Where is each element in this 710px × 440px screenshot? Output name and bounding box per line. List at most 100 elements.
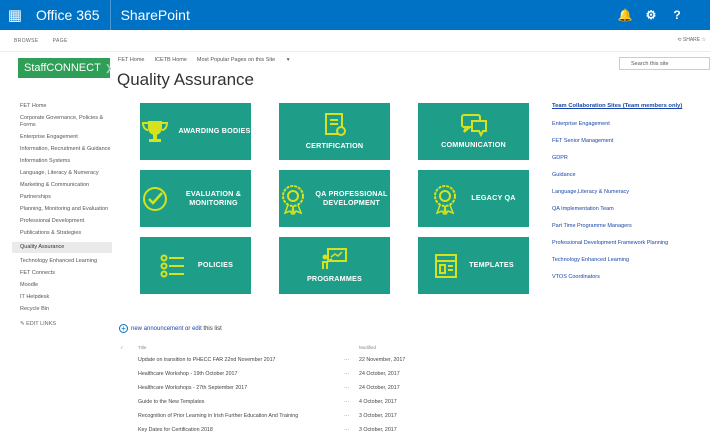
team-site-link[interactable]: VTOS Coordinators (552, 274, 682, 280)
more-options-icon[interactable]: ··· (344, 385, 349, 391)
table-row[interactable]: Update on transition to PHECC FAR 22nd N… (118, 357, 438, 369)
tab-browse[interactable]: BROWSE (14, 38, 39, 44)
row-title[interactable]: Guide to the New Templates (138, 399, 204, 405)
gear-icon[interactable]: ⚙ (640, 0, 662, 30)
nav-item[interactable]: Partnerships (20, 194, 112, 201)
team-site-link[interactable]: FET Senior Management (552, 138, 682, 144)
tile-programmes[interactable]: PROGRAMMES (279, 237, 390, 294)
table-row[interactable]: Key Dates for Certification 2018 ··· 3 Oct… (118, 427, 438, 439)
nav-item[interactable]: Professional Development (20, 218, 112, 225)
select-all-check-icon[interactable]: ✓ (120, 345, 124, 351)
row-modified: 24 October, 2017 (359, 371, 400, 377)
nav-item[interactable]: Language, Literacy & Numeracy (20, 170, 112, 177)
nav-item[interactable]: Technology Enhanced Learning (20, 258, 112, 265)
logo-text: StaffCONNECT (24, 62, 101, 74)
breadcrumb-popular[interactable]: Most Popular Pages on this Site ▾ (197, 57, 300, 63)
row-modified: 3 October, 2017 (359, 413, 397, 419)
nav-item-selected[interactable]: Quality Assurance (12, 242, 112, 253)
tile-label: PROGRAMMES (306, 274, 363, 284)
row-title[interactable]: Key Dates for Certification 2018 (138, 427, 213, 433)
presentation-icon (321, 248, 347, 270)
team-site-link[interactable]: Guidance (552, 172, 682, 178)
team-site-link[interactable]: Enterprise Engagement (552, 121, 682, 127)
row-title[interactable]: Healthcare Workshops - 27th September 20… (138, 385, 247, 391)
nav-item[interactable]: IT Helpdesk (20, 294, 112, 301)
team-sites-heading[interactable]: Team Collaboration Sites (Team members o… (552, 103, 682, 109)
nav-item[interactable]: FET Home (20, 103, 112, 110)
team-site-link[interactable]: Professional Development Framework Plann… (552, 240, 682, 246)
help-icon[interactable]: ? (666, 0, 688, 30)
breadcrumb-popular-label: Most Popular Pages on this Site (196, 57, 276, 63)
table-row[interactable]: Guide to the New Templates ··· 4 October, … (118, 399, 438, 411)
badge-icon (282, 184, 304, 215)
share-button[interactable]: ⟲ SHARE ☆ (677, 37, 706, 43)
nav-item[interactable]: Information, Recruitment & Guidance (20, 146, 112, 153)
more-options-icon[interactable]: ··· (344, 399, 349, 405)
more-options-icon[interactable]: ··· (344, 371, 349, 377)
search-input[interactable]: Search this site (619, 57, 710, 70)
more-options-icon[interactable]: ··· (344, 357, 349, 363)
or-text: or (185, 325, 191, 332)
row-title[interactable]: Recognition of Prior Learning in Irish F… (138, 413, 298, 419)
plus-icon[interactable]: + (119, 324, 128, 333)
tile-templates[interactable]: TEMPLATES (418, 237, 529, 294)
office365-link[interactable]: Office 365 (30, 0, 111, 30)
more-options-icon[interactable]: ··· (344, 427, 349, 433)
team-sites-links: Team Collaboration Sites (Team members o… (552, 103, 682, 291)
tile-qa-professional-development[interactable]: QA PROFESSIONAL DEVELOPMENT (279, 170, 390, 227)
tab-page[interactable]: PAGE (53, 38, 68, 44)
tile-certification[interactable]: CERTIFICATION (279, 103, 390, 160)
row-title[interactable]: Update on transition to PHECC FAR 22nd N… (138, 357, 276, 363)
breadcrumb-fet-home[interactable]: FET Home (118, 57, 145, 63)
column-modified[interactable]: Modified (359, 345, 376, 350)
sharepoint-link[interactable]: SharePoint (111, 7, 190, 23)
tile-evaluation-monitoring[interactable]: EVALUATION & MONITORING (140, 170, 251, 227)
nav-item[interactable]: Moodle (20, 282, 112, 289)
tile-communication[interactable]: COMMUNICATION (418, 103, 529, 160)
site-logo[interactable]: StaffCONNECT ❯ (18, 58, 112, 78)
team-site-link[interactable]: Part Time Programme Managers (552, 223, 682, 229)
breadcrumb-icetb-home[interactable]: ICETB Home (155, 57, 187, 63)
tile-legacy-qa[interactable]: LEGACY QA (418, 170, 529, 227)
team-site-link[interactable]: GDPR (552, 155, 682, 161)
edit-links-label: EDIT LINKS (26, 321, 56, 327)
new-announcement-link[interactable]: new announcement (131, 326, 183, 332)
tile-label: QA PROFESSIONAL DEVELOPMENT (315, 189, 388, 207)
nav-item[interactable]: Recycle Bin (20, 306, 112, 313)
tile-label: COMMUNICATION (441, 140, 506, 150)
edit-links-button[interactable]: ✎ EDIT LINKS (20, 321, 112, 328)
edit-list-link[interactable]: edit (192, 326, 202, 332)
team-site-link[interactable]: Language,Literacy & Numeracy (552, 189, 682, 195)
row-title[interactable]: Healthcare Workshop - 19th October 2017 (138, 371, 237, 377)
pencil-icon: ✎ (20, 321, 25, 327)
notifications-icon[interactable]: 🔔 (614, 0, 636, 30)
share-label: SHARE (682, 37, 701, 43)
more-options-icon[interactable]: ··· (344, 413, 349, 419)
nav-item[interactable]: FET Connects (20, 270, 112, 277)
quick-launch: FET Home Corporate Governance, Policies … (12, 103, 112, 333)
tile-label: LEGACY QA (471, 193, 516, 203)
nav-item[interactable]: Marketing & Communication (20, 182, 112, 189)
tile-policies[interactable]: POLICIES (140, 237, 251, 294)
check-circle-icon (143, 186, 167, 211)
nav-item[interactable]: Enterprise Engagement (20, 134, 112, 141)
this-list-text: this list (203, 325, 222, 332)
app-launcher-icon[interactable]: ▦ (0, 0, 30, 30)
nav-item[interactable]: Planning, Monitoring and Evaluation (20, 206, 112, 213)
team-site-link[interactable]: QA Implementation Team (552, 206, 682, 212)
column-title[interactable]: Title (138, 345, 146, 350)
table-row[interactable]: Healthcare Workshop - 19th October 2017 ·… (118, 371, 438, 383)
row-modified: 3 October, 2017 (359, 427, 397, 433)
nav-item[interactable]: Corporate Governance, Policies & Forms (20, 115, 112, 129)
row-modified: 4 October, 2017 (359, 399, 397, 405)
nav-item[interactable]: Information Systems (20, 158, 112, 165)
nav-item[interactable]: Publications & Strategies (20, 230, 112, 237)
table-row[interactable]: Healthcare Workshops - 27th September 20… (118, 385, 438, 397)
team-site-link[interactable]: Technology Enhanced Learning (552, 257, 682, 263)
new-announcement-bar: + new announcement or edit this list (119, 324, 222, 333)
chat-icon (460, 114, 487, 138)
suite-bar: ▦ Office 365 SharePoint 🔔 ⚙ ? (0, 0, 710, 30)
tile-awarding-bodies[interactable]: AWARDING BODIES (140, 103, 251, 160)
user-icon[interactable] (692, 0, 710, 30)
table-row[interactable]: Recognition of Prior Learning in Irish F… (118, 413, 438, 425)
